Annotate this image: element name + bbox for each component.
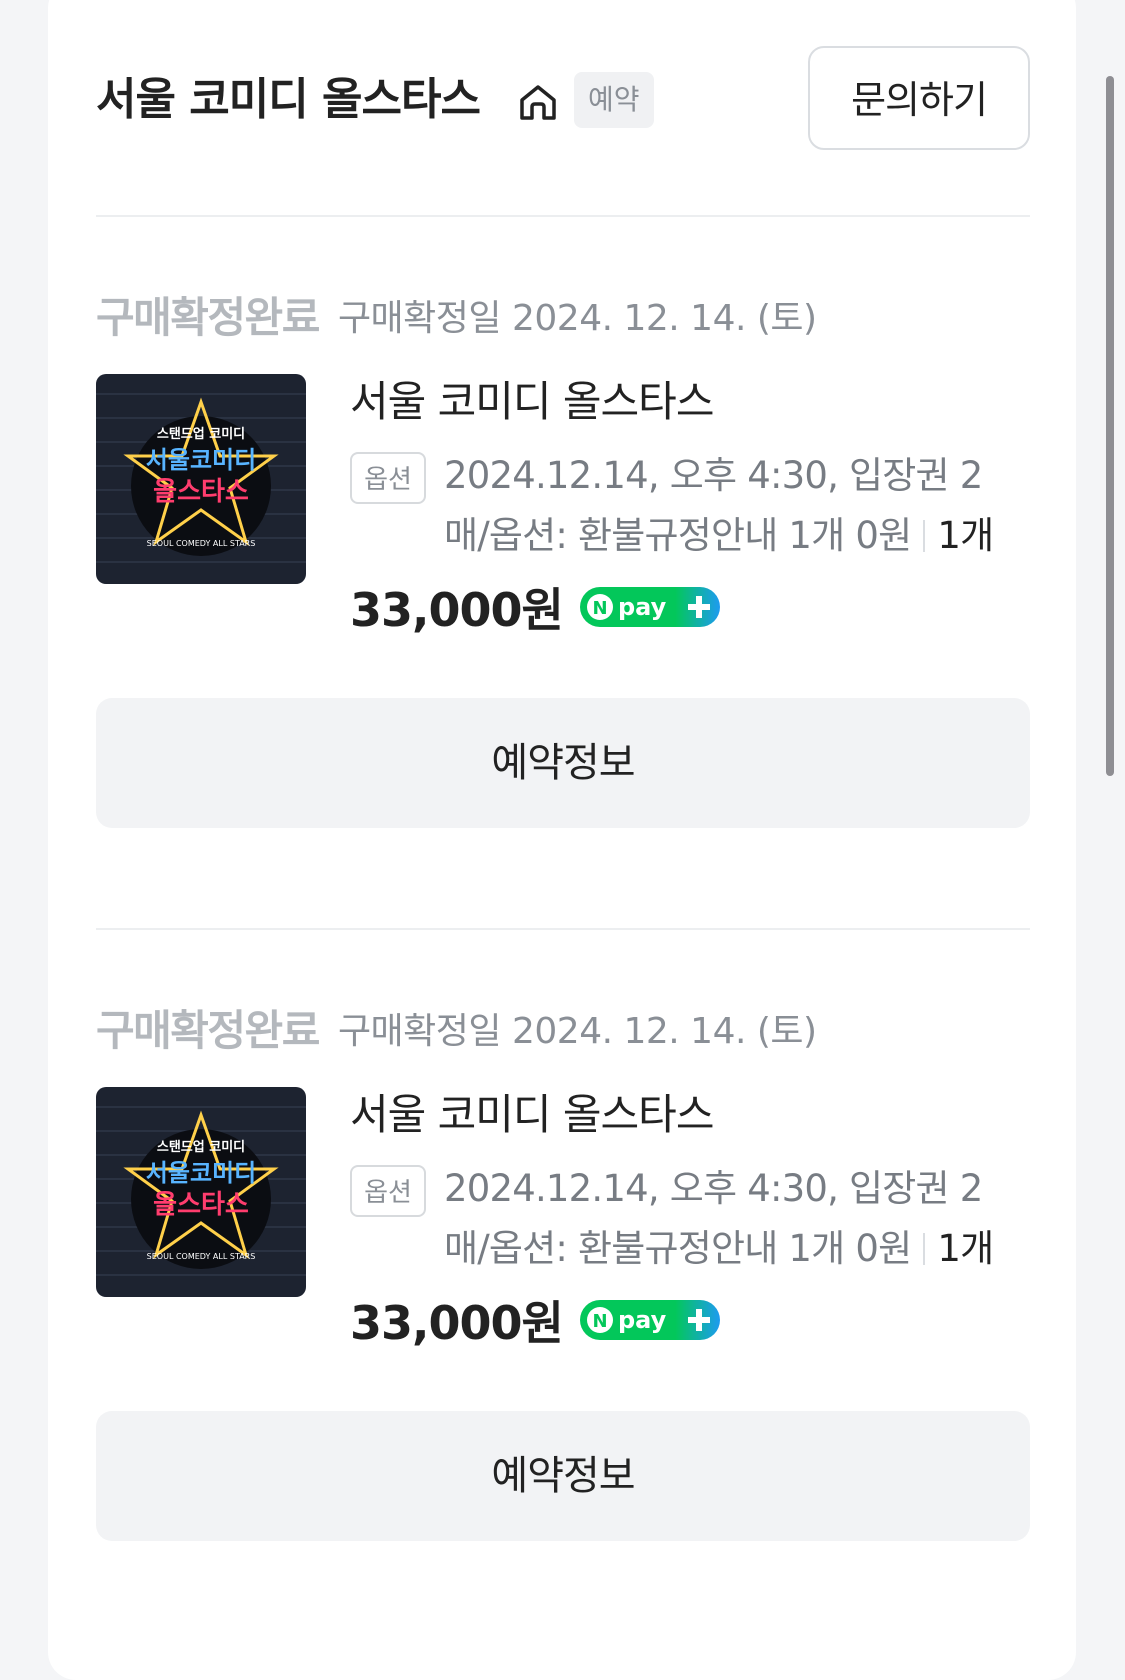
- npay-text: pay: [618, 1306, 667, 1334]
- poster-bottom-text: SEOUL COMEDY ALL STARS: [147, 1252, 256, 1261]
- option-text: 2024.12.14, 오후 4:30, 입장권 2매/옵션: 환불규정안내 1…: [444, 446, 1024, 566]
- product-info: 서울 코미디 올스타스 옵션 2024.12.14, 오후 4:30, 입장권 …: [350, 372, 1030, 638]
- npay-letter: N: [592, 598, 607, 619]
- store-header: 서울 코미디 올스타스 예약 문의하기: [96, 46, 1030, 156]
- reservation-info-button[interactable]: 예약정보: [96, 698, 1030, 828]
- status-row: 구매확정완료 구매확정일 2024. 12. 14. (토): [96, 284, 817, 344]
- poster-title-2: 올스타스: [153, 1190, 249, 1220]
- price-row: 33,000원 N pay: [350, 1287, 1030, 1351]
- product-thumbnail[interactable]: 스탠드업 코미디 서울코미디 올스타스 SEOUL COMEDY ALL STA…: [96, 1087, 306, 1297]
- option-tag: 옵션: [350, 1165, 426, 1217]
- inquiry-button[interactable]: 문의하기: [808, 46, 1030, 150]
- product-thumbnail[interactable]: 스탠드업 코미디 서울코미디 올스타스 SEOUL COMEDY ALL STA…: [96, 374, 306, 584]
- poster-title-1: 서울코미디: [146, 446, 256, 474]
- confirm-date: 구매확정일 2024. 12. 14. (토): [337, 1010, 817, 1052]
- poster-top-text: 스탠드업 코미디: [157, 426, 245, 442]
- product-name[interactable]: 서울 코미디 올스타스: [350, 1085, 1030, 1145]
- divider: [96, 928, 1030, 930]
- option-row: 옵션 2024.12.14, 오후 4:30, 입장권 2매/옵션: 환불규정안…: [350, 446, 1030, 566]
- order-item: 구매확정완료 구매확정일 2024. 12. 14. (토) 스탠드업 코미디 …: [96, 997, 1030, 1597]
- booking-tag: 예약: [574, 72, 654, 128]
- price: 33,000원: [350, 1296, 564, 1350]
- option-text: 2024.12.14, 오후 4:30, 입장권 2매/옵션: 환불규정안내 1…: [444, 1159, 1024, 1279]
- option-detail: 2024.12.14, 오후 4:30, 입장권 2매/옵션: 환불규정안내 1…: [444, 1167, 983, 1270]
- product-info: 서울 코미디 올스타스 옵션 2024.12.14, 오후 4:30, 입장권 …: [350, 1085, 1030, 1351]
- npay-text: pay: [618, 593, 667, 621]
- price: 33,000원: [350, 583, 564, 637]
- option-quantity: 1개: [937, 1227, 994, 1270]
- divider: [96, 215, 1030, 217]
- price-row: 33,000원 N pay: [350, 574, 1030, 638]
- poster-title-1: 서울코미디: [146, 1159, 256, 1187]
- separator: [923, 1233, 926, 1265]
- option-row: 옵션 2024.12.14, 오후 4:30, 입장권 2매/옵션: 환불규정안…: [350, 1159, 1030, 1279]
- poster-top-text: 스탠드업 코미디: [157, 1139, 245, 1155]
- poster-title-2: 올스타스: [153, 477, 249, 507]
- product-name[interactable]: 서울 코미디 올스타스: [350, 372, 1030, 432]
- status-label: 구매확정완료: [96, 293, 320, 342]
- home-icon[interactable]: [516, 80, 560, 124]
- npay-badge: N pay: [579, 1300, 720, 1340]
- status-label: 구매확정완료: [96, 1006, 320, 1055]
- reservation-info-button[interactable]: 예약정보: [96, 1411, 1030, 1541]
- confirm-date: 구매확정일 2024. 12. 14. (토): [337, 297, 817, 339]
- option-tag: 옵션: [350, 452, 426, 504]
- option-quantity: 1개: [937, 514, 994, 557]
- scrollbar[interactable]: [1106, 76, 1114, 776]
- npay-badge: N pay: [579, 587, 720, 627]
- status-row: 구매확정완료 구매확정일 2024. 12. 14. (토): [96, 997, 817, 1057]
- order-item: 구매확정완료 구매확정일 2024. 12. 14. (토) 스탠드업 코미디 …: [96, 284, 1030, 884]
- npay-letter: N: [592, 1311, 607, 1332]
- store-title[interactable]: 서울 코미디 올스타스: [96, 72, 481, 128]
- separator: [923, 520, 926, 552]
- poster-bottom-text: SEOUL COMEDY ALL STARS: [147, 539, 256, 548]
- option-detail: 2024.12.14, 오후 4:30, 입장권 2매/옵션: 환불규정안내 1…: [444, 454, 983, 557]
